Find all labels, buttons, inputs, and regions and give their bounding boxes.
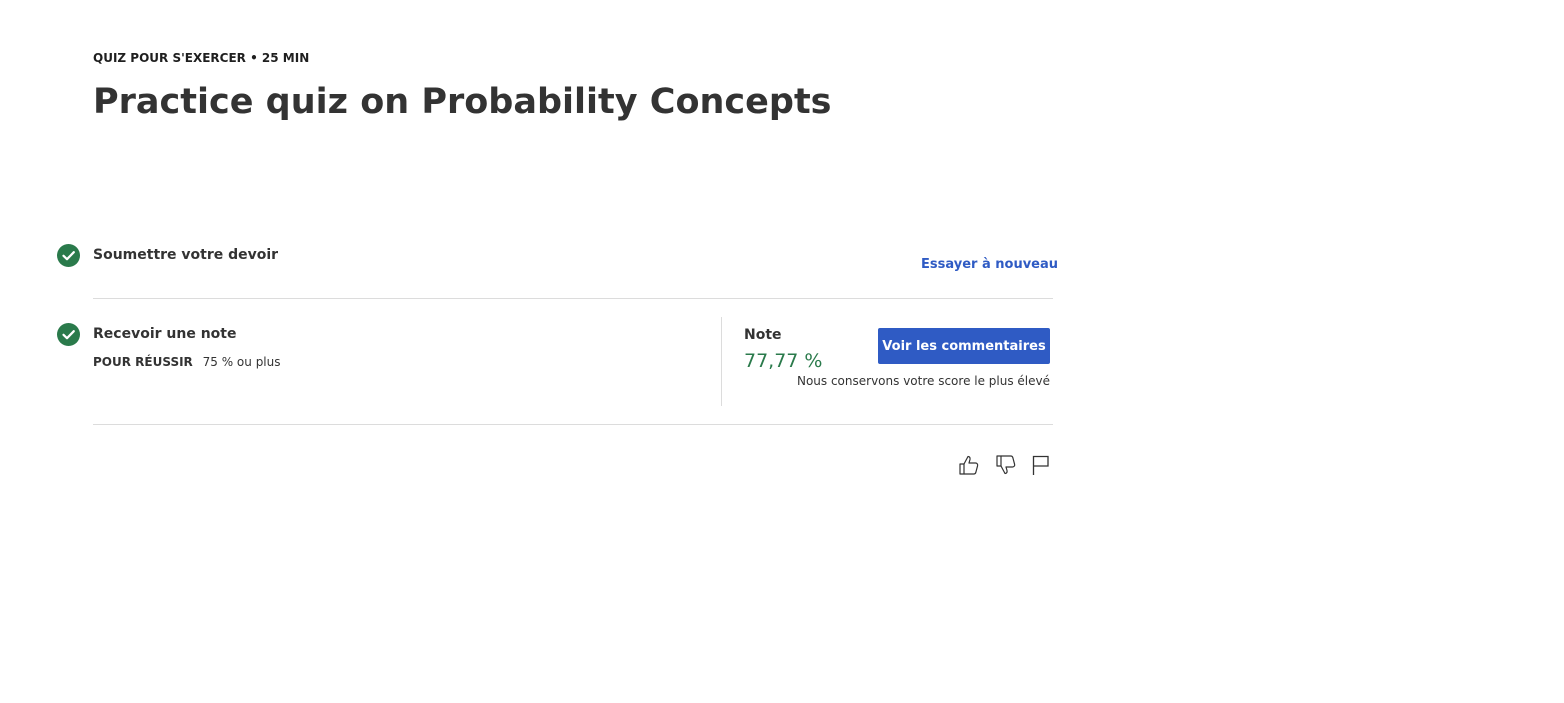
vertical-divider <box>721 317 722 406</box>
divider <box>93 298 1053 299</box>
grade-value: 77,77 % <box>744 350 823 372</box>
highest-score-note: Nous conservons votre score le plus élev… <box>796 374 1050 388</box>
try-again-link[interactable]: Essayer à nouveau <box>921 257 1058 272</box>
pass-requirement: POUR RÉUSSIR 75 % ou plus <box>93 355 281 369</box>
pass-value: 75 % ou plus <box>202 355 281 369</box>
step-grade-label: Recevoir une note <box>93 326 237 342</box>
step-submit-label: Soumettre votre devoir <box>93 247 279 263</box>
page-title: Practice quiz on Probability Concepts <box>93 82 832 122</box>
check-circle-icon <box>57 323 80 346</box>
thumbs-up-icon[interactable] <box>957 453 981 477</box>
grade-title: Note <box>744 327 782 343</box>
thumbs-down-icon[interactable] <box>994 453 1018 477</box>
flag-icon[interactable] <box>1030 453 1054 477</box>
pass-label: POUR RÉUSSIR <box>93 355 193 369</box>
quiz-meta: QUIZ POUR S'EXERCER • 25 MIN <box>93 51 310 65</box>
check-circle-icon <box>57 244 80 267</box>
view-feedback-button[interactable]: Voir les commentaires <box>878 328 1050 364</box>
divider <box>93 424 1053 425</box>
